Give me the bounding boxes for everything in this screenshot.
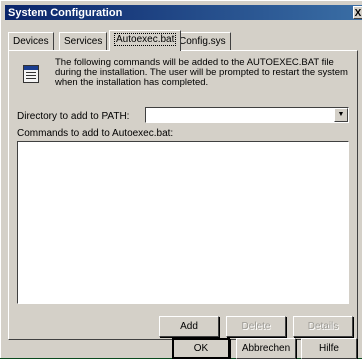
cancel-button[interactable]: Abbrechen xyxy=(236,338,296,359)
add-button[interactable]: Add xyxy=(159,316,219,337)
delete-button[interactable]: Delete xyxy=(226,316,286,337)
title-bar[interactable]: System Configuration X xyxy=(5,5,362,21)
tab-label: Config.sys xyxy=(179,36,226,47)
path-combobox[interactable]: ▼ xyxy=(145,107,349,123)
details-button[interactable]: Details xyxy=(293,316,353,337)
tab-devices[interactable]: Devices xyxy=(8,32,54,50)
tab-autoexec[interactable]: Autoexec.bat xyxy=(109,30,182,51)
commands-listbox[interactable] xyxy=(17,141,349,304)
ok-button[interactable]: OK xyxy=(172,338,230,359)
tab-label: Autoexec.bat xyxy=(114,33,177,46)
tab-config-sys[interactable]: Config.sys xyxy=(174,32,231,50)
path-label: Directory to add to PATH: xyxy=(17,111,130,122)
tab-label: Devices xyxy=(13,36,49,47)
window-title: System Configuration xyxy=(8,7,123,19)
dialog-client: Devices Services Autoexec.bat Config.sys… xyxy=(4,20,362,359)
document-info-icon xyxy=(23,65,39,83)
tab-label: Services xyxy=(64,36,103,47)
help-button[interactable]: Hilfe xyxy=(301,338,357,359)
close-button[interactable]: X xyxy=(353,6,362,19)
commands-label: Commands to add to Autoexec.bat: xyxy=(17,128,174,139)
chevron-down-icon[interactable]: ▼ xyxy=(334,108,348,122)
tab-services[interactable]: Services xyxy=(59,32,108,50)
autoexec-panel: The following commands will be added to … xyxy=(8,50,358,340)
info-text: The following commands will be added to … xyxy=(55,57,348,88)
